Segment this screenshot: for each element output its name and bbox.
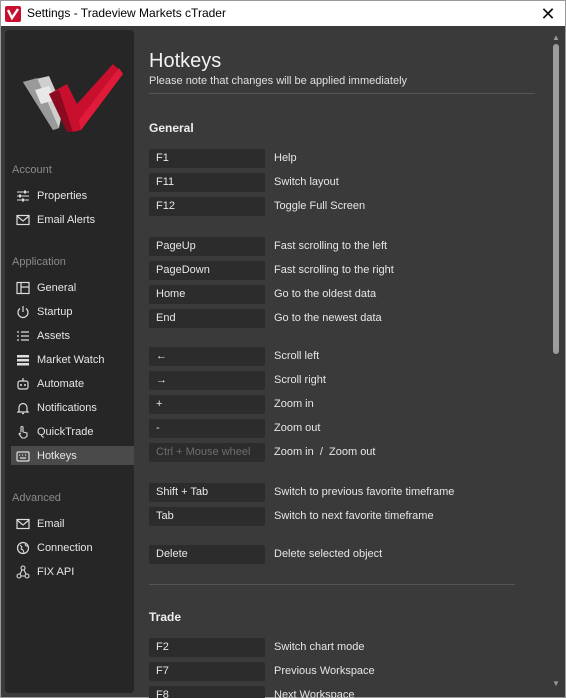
sidebar-item-assets[interactable]: Assets xyxy=(11,326,134,345)
hotkey-field[interactable]: + xyxy=(149,395,265,414)
window-title: Settings - Tradeview Markets cTrader xyxy=(27,6,226,20)
hotkey-field[interactable]: F7 xyxy=(149,662,265,681)
sidebar-item-automate[interactable]: Automate xyxy=(11,374,134,393)
sidebar-item-email-alerts[interactable]: Email Alerts xyxy=(11,210,134,229)
sidebar-item-email[interactable]: Email xyxy=(11,514,134,533)
hotkey-field[interactable]: F12 xyxy=(149,197,265,216)
list-icon xyxy=(15,328,31,344)
sidebar-item-hotkeys[interactable]: Hotkeys xyxy=(11,446,134,465)
keyboard-icon xyxy=(15,448,31,464)
scroll-up-arrow-icon[interactable]: ▲ xyxy=(552,34,560,42)
sidebar-item-label: Connection xyxy=(37,541,93,554)
globe-icon xyxy=(15,540,31,556)
hotkey-description: Zoom out xyxy=(274,422,321,434)
hotkey-description: Scroll left xyxy=(274,350,320,362)
envelope-icon xyxy=(15,212,31,228)
scroll-down-arrow-icon[interactable]: ▼ xyxy=(552,680,560,688)
hotkey-field[interactable]: Shift + Tab xyxy=(149,483,265,502)
group-trade-title: Trade xyxy=(149,610,182,624)
sidebar-item-label: QuickTrade xyxy=(37,425,94,438)
sidebar-item-fix-api[interactable]: FIX API xyxy=(11,562,134,581)
hotkey-field[interactable]: - xyxy=(149,419,265,438)
sidebar-item-label: Assets xyxy=(37,329,71,342)
sidebar-item-label: Properties xyxy=(37,189,88,202)
hotkey-description: Go to the newest data xyxy=(274,312,382,324)
vertical-scrollbar[interactable]: ▲ ▼ xyxy=(550,30,562,692)
hotkey-field[interactable]: F8 xyxy=(149,686,265,698)
sidebar-item-connection[interactable]: Connection xyxy=(11,538,134,557)
settings-window: Account Properties Email Alerts Applicat… xyxy=(0,26,566,698)
page-title: Hotkeys xyxy=(149,50,222,72)
title-bar: Settings - Tradeview Markets cTrader ✕ xyxy=(0,0,566,26)
layout-icon xyxy=(15,280,31,296)
scroll-thumb[interactable] xyxy=(553,44,559,354)
hotkey-field[interactable]: Tab xyxy=(149,507,265,526)
hotkey-field[interactable]: ← xyxy=(149,347,265,366)
section-advanced-label: Advanced xyxy=(12,492,61,504)
hand-pointer-icon xyxy=(15,424,31,440)
sidebar-item-quicktrade[interactable]: QuickTrade xyxy=(11,422,134,441)
hotkey-field-disabled: Ctrl + Mouse wheel xyxy=(149,443,265,462)
sidebar-item-label: Email Alerts xyxy=(37,213,96,226)
sidebar-item-label: Hotkeys xyxy=(37,449,77,462)
hotkey-description: Fast scrolling to the left xyxy=(274,240,388,252)
divider xyxy=(149,93,535,94)
hotkey-description: Switch layout xyxy=(274,176,339,188)
power-icon xyxy=(15,304,31,320)
hotkey-field[interactable]: Home xyxy=(149,285,265,304)
hotkey-description: Scroll right xyxy=(274,374,326,386)
hotkey-description: Help xyxy=(274,152,297,164)
market-watch-icon xyxy=(15,352,31,368)
brand-logo xyxy=(19,60,123,136)
network-icon xyxy=(15,564,31,580)
robot-icon xyxy=(15,376,31,392)
section-account-label: Account xyxy=(12,164,52,176)
sidebar-item-label: General xyxy=(37,281,77,294)
divider xyxy=(149,584,515,585)
hotkey-field[interactable]: F1 xyxy=(149,149,265,168)
sliders-icon xyxy=(15,188,31,204)
sidebar-item-general[interactable]: General xyxy=(11,278,134,297)
hotkey-field[interactable]: End xyxy=(149,309,265,328)
hotkey-description: Zoom in xyxy=(274,398,314,410)
sidebar: Account Properties Email Alerts Applicat… xyxy=(5,30,134,693)
sidebar-item-notifications[interactable]: Notifications xyxy=(11,398,134,417)
hotkey-description: Delete selected object xyxy=(274,548,383,560)
hotkey-description: Zoom in / Zoom out xyxy=(274,446,376,458)
sidebar-item-label: Notifications xyxy=(37,401,97,414)
group-general-title: General xyxy=(149,121,194,135)
section-application-label: Application xyxy=(12,256,66,268)
hotkey-description: Go to the oldest data xyxy=(274,288,377,300)
hotkey-field[interactable]: F2 xyxy=(149,638,265,657)
sidebar-item-properties[interactable]: Properties xyxy=(11,186,134,205)
sidebar-item-startup[interactable]: Startup xyxy=(11,302,134,321)
hotkey-description: Switch chart mode xyxy=(274,641,365,653)
sidebar-item-label: Automate xyxy=(37,377,85,390)
hotkey-description: Previous Workspace xyxy=(274,665,375,677)
hotkey-description: Toggle Full Screen xyxy=(274,200,366,212)
sidebar-item-label: FIX API xyxy=(37,565,75,578)
sidebar-item-market-watch[interactable]: Market Watch xyxy=(11,350,134,369)
app-logo-icon xyxy=(5,6,21,22)
sidebar-item-label: Startup xyxy=(37,305,73,318)
hotkey-field[interactable]: → xyxy=(149,371,265,390)
hotkeys-panel: Hotkeys Please note that changes will be… xyxy=(135,30,547,698)
hotkey-field[interactable]: Delete xyxy=(149,545,265,564)
close-button[interactable]: ✕ xyxy=(537,3,559,25)
hotkey-description: Switch to previous favorite timeframe xyxy=(274,486,455,498)
hotkey-description: Switch to next favorite timeframe xyxy=(274,510,434,522)
page-subtitle: Please note that changes will be applied… xyxy=(149,75,408,87)
bell-icon xyxy=(15,400,31,416)
hotkey-field[interactable]: F11 xyxy=(149,173,265,192)
hotkey-description: Fast scrolling to the right xyxy=(274,264,394,276)
envelope-icon xyxy=(15,516,31,532)
hotkey-field[interactable]: PageUp xyxy=(149,237,265,256)
sidebar-item-label: Market Watch xyxy=(37,353,105,366)
hotkey-field[interactable]: PageDown xyxy=(149,261,265,280)
hotkey-description: Next Workspace xyxy=(274,689,355,698)
sidebar-item-label: Email xyxy=(37,517,65,530)
